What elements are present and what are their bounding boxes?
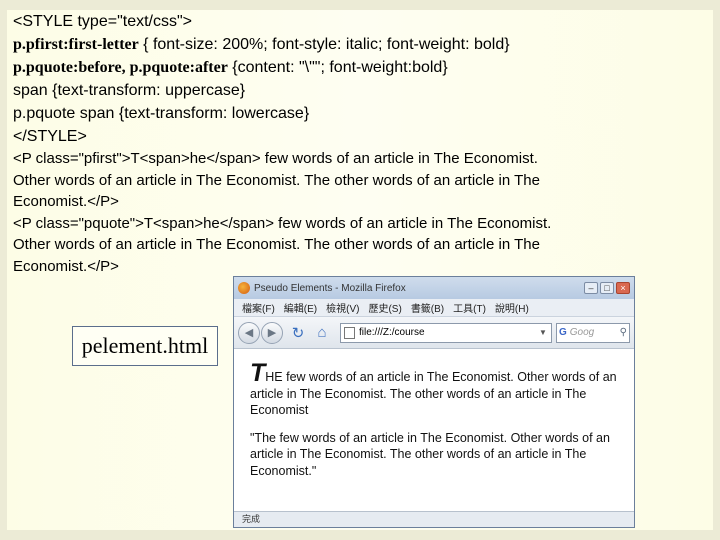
css-selector: p.pfirst:first-letter	[13, 36, 139, 53]
css-code-listing: <STYLE type="text/css"> p.pfirst:first-l…	[13, 10, 703, 277]
code-line: p.pquote:before, p.pquote:after {content…	[13, 56, 703, 79]
code-line: p.pquote span {text-transform: lowercase…	[13, 105, 310, 122]
file-link-button[interactable]: pelement.html	[72, 326, 218, 366]
rendered-paragraph-quote: "The few words of an article in The Econ…	[250, 430, 610, 478]
css-selector: p.pquote:before, p.pquote:after	[13, 59, 228, 76]
google-icon: G	[559, 327, 567, 338]
browser-screenshot: Pseudo Elements - Mozilla Firefox – □ × …	[233, 276, 635, 528]
slide-frame-bottom	[0, 530, 720, 540]
page-icon	[344, 326, 355, 339]
menu-tools[interactable]: 工具(T)	[453, 300, 486, 315]
code-line: <P class="pfirst">T<span>he</span> few w…	[13, 150, 538, 167]
chevron-down-icon[interactable]: ▼	[539, 328, 551, 337]
menu-history[interactable]: 歷史(S)	[368, 300, 401, 315]
code-line: span {text-transform: uppercase}	[13, 82, 246, 99]
page-content: THE few words of an article in The Econo…	[234, 350, 634, 512]
menu-edit[interactable]: 編輯(E)	[284, 300, 317, 315]
code-line: Economist.</P>	[13, 193, 119, 210]
code-line: <P class="pquote">T<span>he</span> few w…	[13, 214, 552, 232]
url-text: file:///Z:/course	[359, 327, 425, 338]
css-rule: { font-size: 200%; font-style: italic; f…	[138, 36, 510, 53]
file-link-label: pelement.html	[81, 333, 209, 358]
slide-frame-top	[0, 0, 720, 10]
search-input[interactable]: G Goog ⚲	[556, 322, 630, 343]
close-icon[interactable]: ×	[616, 282, 630, 294]
browser-menubar: 檔案(F) 編輯(E) 檢視(V) 歷史(S) 書籤(B) 工具(T) 說明(H…	[234, 299, 634, 317]
code-line: <STYLE type="text/css">	[13, 13, 192, 30]
code-line: Other words of an article in The Economi…	[13, 236, 540, 253]
code-line: Economist.</P>	[13, 257, 119, 275]
menu-file[interactable]: 檔案(F)	[242, 300, 275, 315]
code-line: p.pfirst:first-letter { font-size: 200%;…	[13, 33, 703, 56]
css-rule: {content: "\""; font-weight:bold}	[227, 59, 448, 76]
browser-navbar: ◀ ▶ ↻ ⌂ file:///Z:/course ▼ G Goog ⚲	[234, 317, 634, 349]
first-letter: T	[250, 359, 266, 387]
paragraph-text: HE few words of an article in The Econom…	[250, 370, 617, 417]
rendered-paragraph-first: THE few words of an article in The Econo…	[250, 361, 622, 419]
home-icon[interactable]: ⌂	[312, 323, 332, 343]
minimize-icon[interactable]: –	[584, 282, 598, 294]
menu-help[interactable]: 說明(H)	[495, 300, 529, 315]
slide-frame-right	[713, 0, 720, 540]
back-icon[interactable]: ◀	[238, 321, 260, 344]
browser-title: Pseudo Elements - Mozilla Firefox	[254, 282, 406, 294]
reload-icon[interactable]: ↻	[288, 323, 308, 343]
code-line: Other words of an article in The Economi…	[13, 171, 540, 189]
firefox-icon	[238, 282, 250, 294]
status-bar: 完成	[234, 511, 634, 527]
search-icon[interactable]: ⚲	[620, 327, 627, 338]
url-input[interactable]: file:///Z:/course ▼	[340, 322, 552, 343]
status-text: 完成	[242, 514, 261, 524]
menu-view[interactable]: 檢視(V)	[326, 300, 359, 315]
slide-frame-left	[0, 0, 7, 540]
menu-bookmarks[interactable]: 書籤(B)	[411, 300, 444, 315]
browser-titlebar: Pseudo Elements - Mozilla Firefox – □ ×	[234, 277, 634, 299]
code-line: </STYLE>	[13, 128, 87, 145]
maximize-icon[interactable]: □	[600, 282, 614, 294]
search-placeholder: Goog	[569, 327, 595, 338]
forward-icon[interactable]: ▶	[261, 321, 283, 344]
